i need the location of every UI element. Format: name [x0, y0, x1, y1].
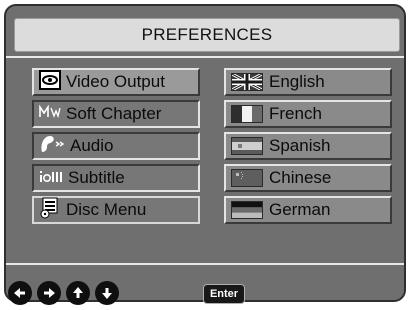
up-arrow-icon[interactable]: [66, 281, 90, 305]
language-option-english[interactable]: English: [224, 68, 392, 96]
page-title: PREFERENCES: [141, 25, 273, 44]
enter-button[interactable]: Enter: [203, 284, 245, 304]
subtitle-icon: [39, 168, 63, 188]
spain-flag-icon: [231, 137, 263, 155]
menu-item-soft-chapter[interactable]: Soft Chapter: [32, 100, 200, 128]
menu-item-label: Soft Chapter: [66, 104, 162, 123]
china-flag-icon: [231, 169, 263, 187]
language-label: Spanish: [269, 136, 331, 155]
title-bar: PREFERENCES: [14, 18, 400, 52]
menu-item-audio[interactable]: Audio: [32, 132, 200, 160]
menu-item-disc-menu[interactable]: Disc Menu: [32, 196, 200, 224]
language-label: French: [269, 104, 322, 123]
language-option-chinese[interactable]: Chinese: [224, 164, 392, 192]
uk-flag-icon: [231, 73, 263, 91]
divider-top: [6, 56, 404, 58]
down-arrow-icon[interactable]: [95, 281, 119, 305]
left-arrow-icon[interactable]: [8, 281, 32, 305]
language-label: English: [269, 72, 325, 91]
menu-item-label: Disc Menu: [66, 200, 147, 219]
audio-icon: [39, 134, 65, 159]
menu-item-label: Audio: [70, 136, 114, 155]
language-label: German: [269, 200, 331, 219]
soft-chapter-icon: [39, 104, 61, 124]
menu-item-video-output[interactable]: Video Output: [32, 68, 200, 96]
menu-item-subtitle[interactable]: Subtitle: [32, 164, 200, 192]
language-options: English French Spanish Chinese German: [224, 68, 392, 228]
right-arrow-icon[interactable]: [37, 281, 61, 305]
video-output-icon: [39, 69, 61, 95]
menu-item-label: Subtitle: [68, 168, 125, 187]
language-option-french[interactable]: French: [224, 100, 392, 128]
divider-bottom: [6, 263, 404, 265]
preferences-menu: Video Output Soft Chapter Audio Subtitle…: [32, 68, 200, 228]
disc-menu-icon: [39, 197, 61, 224]
germany-flag-icon: [231, 201, 263, 219]
language-option-spanish[interactable]: Spanish: [224, 132, 392, 160]
menu-item-label: Video Output: [66, 72, 165, 91]
language-label: Chinese: [269, 168, 332, 187]
enter-label: Enter: [209, 288, 239, 300]
language-option-german[interactable]: German: [224, 196, 392, 224]
france-flag-icon: [231, 105, 263, 123]
preferences-window: PREFERENCES Video Output Soft Chapter Au…: [4, 4, 406, 302]
